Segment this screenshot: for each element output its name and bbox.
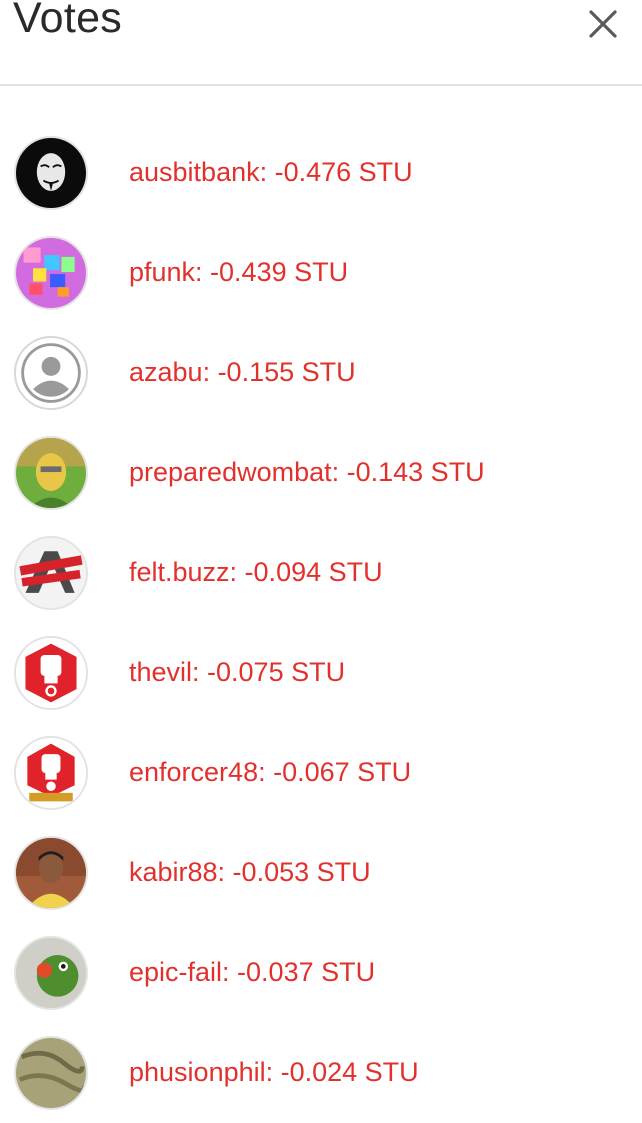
user-avatar[interactable] xyxy=(14,436,88,510)
close-icon xyxy=(589,10,617,38)
user-avatar[interactable] xyxy=(14,536,88,610)
vote-row[interactable]: pfunk: -0.439 STU xyxy=(0,223,642,323)
vote-row[interactable]: phusionphil: -0.024 STU xyxy=(0,1023,642,1123)
user-avatar[interactable] xyxy=(14,836,88,910)
vote-label[interactable]: felt.buzz: -0.094 STU xyxy=(129,557,383,588)
votes-list: ausbitbank: -0.476 STU pfunk: -0.439 STU xyxy=(0,123,642,1123)
user-avatar[interactable] xyxy=(14,136,88,210)
vote-label[interactable]: kabir88: -0.053 STU xyxy=(129,857,371,888)
vote-row[interactable]: enforcer48: -0.067 STU xyxy=(0,723,642,823)
vote-label[interactable]: ausbitbank: -0.476 STU xyxy=(129,157,413,188)
vote-label[interactable]: thevil: -0.075 STU xyxy=(129,657,345,688)
vote-row[interactable]: felt.buzz: -0.094 STU xyxy=(0,523,642,623)
vote-label[interactable]: pfunk: -0.439 STU xyxy=(129,257,348,288)
user-avatar[interactable] xyxy=(14,1036,88,1110)
vote-label[interactable]: phusionphil: -0.024 STU xyxy=(129,1057,419,1088)
vote-label[interactable]: preparedwombat: -0.143 STU xyxy=(129,457,485,488)
vote-row[interactable]: epic-fail: -0.037 STU xyxy=(0,923,642,1023)
votes-header: Votes xyxy=(0,0,642,86)
close-button[interactable] xyxy=(583,4,623,44)
vote-row[interactable]: azabu: -0.155 STU xyxy=(0,323,642,423)
user-avatar[interactable] xyxy=(14,636,88,710)
user-avatar[interactable] xyxy=(14,236,88,310)
vote-row[interactable]: thevil: -0.075 STU xyxy=(0,623,642,723)
page-title: Votes xyxy=(13,0,123,42)
vote-label[interactable]: epic-fail: -0.037 STU xyxy=(129,957,375,988)
vote-label[interactable]: azabu: -0.155 STU xyxy=(129,357,356,388)
user-avatar[interactable] xyxy=(14,936,88,1010)
user-avatar[interactable] xyxy=(14,336,88,410)
user-avatar[interactable] xyxy=(14,736,88,810)
vote-row[interactable]: preparedwombat: -0.143 STU xyxy=(0,423,642,523)
vote-row[interactable]: ausbitbank: -0.476 STU xyxy=(0,123,642,223)
vote-row[interactable]: kabir88: -0.053 STU xyxy=(0,823,642,923)
vote-label[interactable]: enforcer48: -0.067 STU xyxy=(129,757,411,788)
